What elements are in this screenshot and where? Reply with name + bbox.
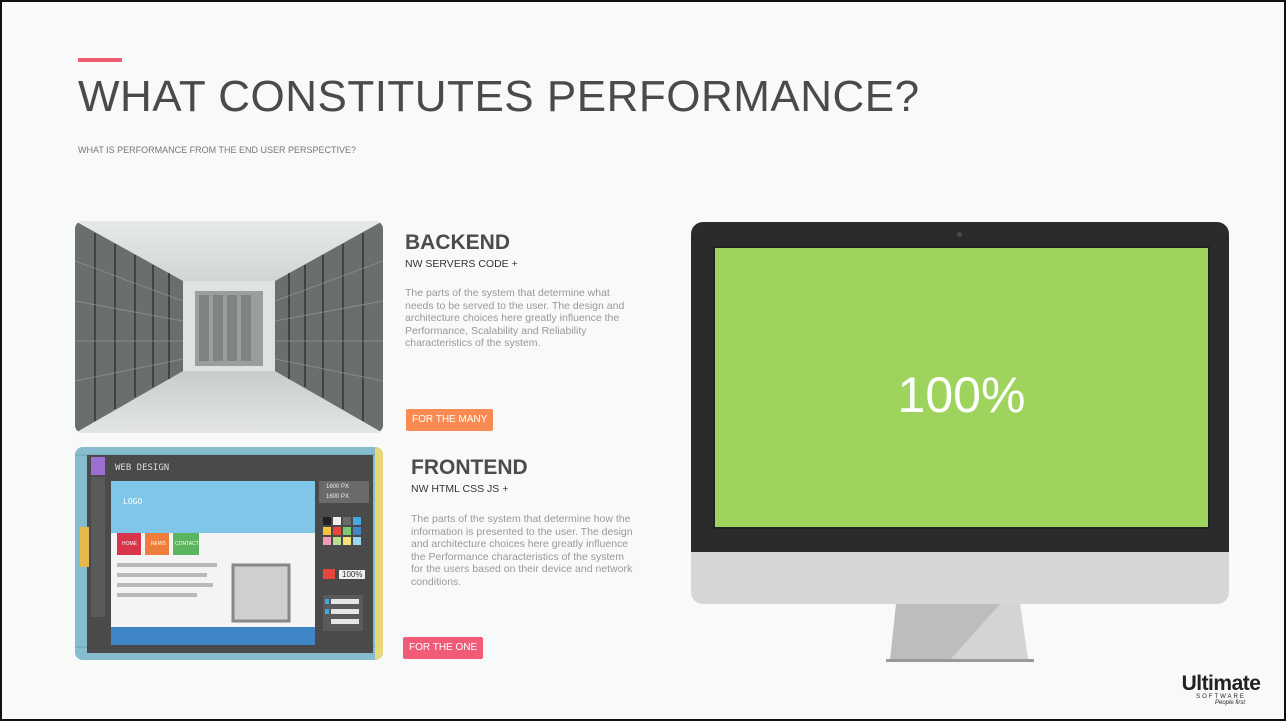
web-design-size-width: 1600 PX <box>326 484 350 490</box>
server-room-illustration <box>75 221 383 433</box>
title-accent-bar <box>78 58 122 62</box>
frontend-subtitle: NW HTML CSS JS + <box>411 483 509 495</box>
for-the-one-button[interactable]: FOR THE ONE <box>403 637 484 659</box>
monitor-stand <box>886 604 1034 662</box>
web-design-zoom: 100% <box>339 570 366 579</box>
webcam-icon <box>957 232 962 237</box>
backend-description: The parts of the system that determine w… <box>405 287 625 349</box>
backend-subtitle: NW SERVERS CODE + <box>405 258 518 270</box>
web-design-logo-text: LOGO <box>123 497 143 506</box>
monitor-chin <box>691 552 1229 604</box>
web-design-nav-contact: CONTACT <box>175 541 199 547</box>
web-design-nav-home: HOME <box>122 541 137 547</box>
slide-title: WHAT CONSTITUTES PERFORMANCE? <box>78 72 920 121</box>
frontend-title: FRONTEND <box>411 456 528 479</box>
web-design-size-height: 1600 PX <box>326 494 350 500</box>
monitor-screen: 100% <box>713 246 1210 529</box>
for-the-many-button[interactable]: FOR THE MANY <box>406 409 494 431</box>
server-room-image <box>75 221 383 433</box>
web-design-nav-news: NEWS <box>151 541 166 547</box>
frontend-description: The parts of the system that determine h… <box>411 513 633 588</box>
backend-title: BACKEND <box>405 231 510 254</box>
ultimate-software-logo: Ultimate SOFTWARE People first <box>1175 672 1267 706</box>
web-design-image: WEB DESIGN LOGO HOME NEWS CONTACT 1600 P… <box>75 447 383 660</box>
slide-subtitle: WHAT IS PERFORMANCE FROM THE END USER PE… <box>78 145 357 155</box>
logo-tagline: People first <box>1214 700 1245 706</box>
logo-name: Ultimate <box>1181 672 1261 695</box>
web-design-illustration <box>75 447 383 660</box>
web-design-window-title: WEB DESIGN <box>115 463 170 473</box>
screen-percentage: 100% <box>897 367 1026 423</box>
